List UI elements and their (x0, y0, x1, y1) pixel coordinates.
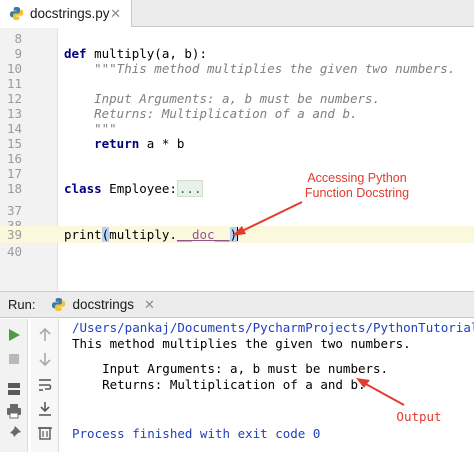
class-keyword: class (64, 181, 102, 196)
rerun-icon[interactable] (6, 327, 22, 343)
soft-wrap-icon[interactable] (37, 377, 53, 393)
arrow-down-icon[interactable] (37, 351, 53, 367)
docstring-annotation: Accessing Python Function Docstring (304, 171, 410, 200)
def-keyword: def (64, 46, 87, 61)
code-editor[interactable]: 8 9 def multiply(a, b): 10 """This metho… (0, 28, 474, 291)
print-icon[interactable] (6, 403, 22, 419)
run-toolbar-secondary (31, 319, 59, 452)
python-run-config-icon (52, 297, 66, 312)
dunder-doc: __doc__ (176, 227, 230, 242)
folded-code-marker[interactable]: ... (176, 180, 204, 197)
editor-tab-bar: docstrings.py ✕ (0, 0, 474, 27)
close-tab-icon[interactable]: ✕ (110, 6, 121, 22)
output-annotation: Output (396, 409, 442, 424)
return-keyword: return (94, 136, 140, 151)
run-label: Run: (8, 297, 36, 312)
run-tab-docstrings[interactable]: docstrings ✕ (51, 291, 155, 318)
pin-icon[interactable] (6, 425, 22, 441)
function-signature: multiply(a, b): (86, 46, 207, 61)
run-tab-label: docstrings (72, 297, 134, 312)
console-output-line: Input Arguments: a, b must be numbers. (72, 361, 389, 376)
line-number: 18 (6, 181, 22, 196)
line-number: 40 (6, 244, 22, 259)
code-line: 40 (0, 243, 474, 260)
line-number: 39 (6, 227, 22, 242)
run-console[interactable]: /Users/pankaj/Documents/PycharmProjects/… (62, 319, 474, 452)
run-toolbar-primary (0, 319, 28, 452)
return-expression: a * b (139, 136, 185, 151)
arrow-up-icon[interactable] (37, 327, 53, 343)
layout-icon[interactable] (6, 381, 22, 397)
console-output-line: Returns: Multiplication of a and b. (72, 377, 366, 392)
clear-all-icon[interactable] (37, 425, 53, 441)
console-path-link[interactable]: /Users/pankaj/Documents/PycharmProjects/… (72, 320, 474, 336)
print-call: multiply. (109, 227, 177, 242)
console-exit-line: Process finished with exit code 0 (72, 426, 321, 441)
close-run-tab-icon[interactable]: ✕ (144, 297, 155, 313)
stop-icon[interactable] (6, 351, 22, 367)
annotation-arrow-icon (232, 201, 303, 236)
editor-tab-label: docstrings.py (30, 6, 110, 21)
class-name: Employee: (101, 181, 177, 196)
scroll-to-end-icon[interactable] (37, 401, 53, 417)
editor-tab-docstrings[interactable]: docstrings.py ✕ (0, 0, 132, 27)
python-file-icon (9, 6, 24, 21)
output-arrow-icon (356, 378, 405, 406)
print-function: print (64, 227, 102, 242)
run-tool-window-header: Run: docstrings ✕ (0, 291, 474, 318)
console-output-line: This method multiplies the given two num… (72, 336, 411, 351)
